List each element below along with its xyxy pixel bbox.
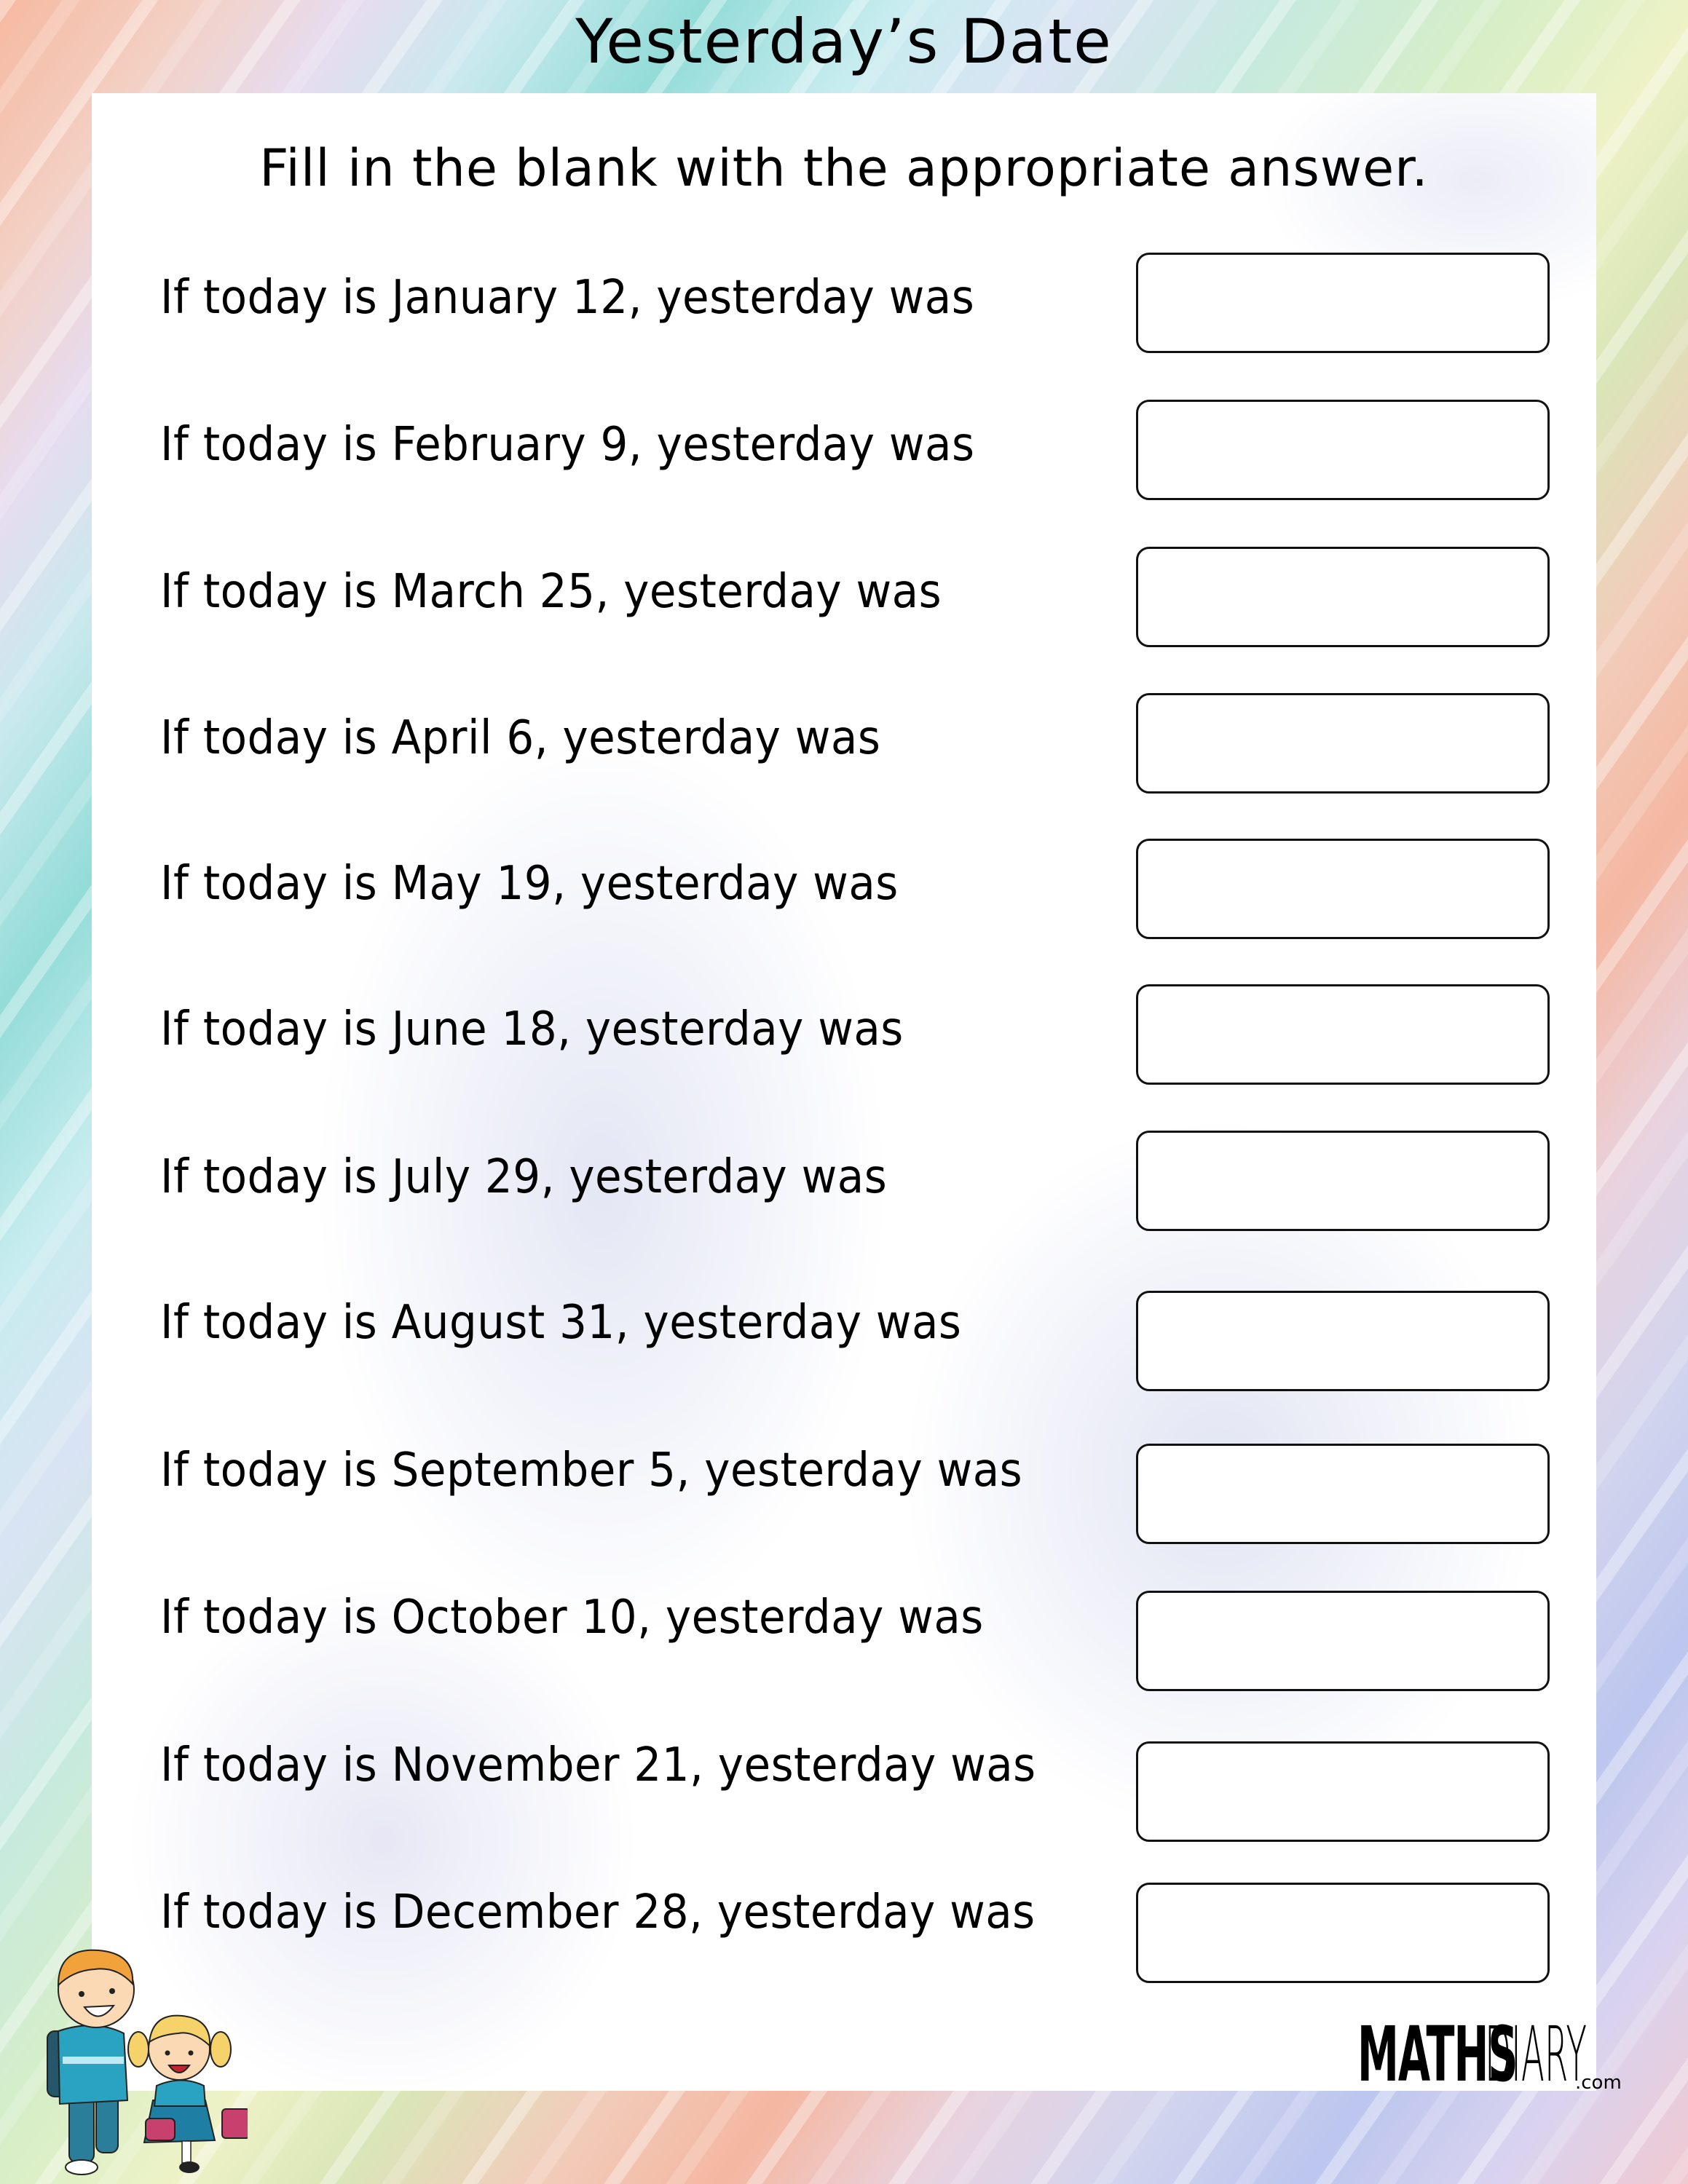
answer-box[interactable] (1136, 1291, 1550, 1391)
instructions: Fill in the blank with the appropriate a… (259, 138, 1429, 198)
answer-box[interactable] (1136, 1131, 1550, 1231)
boy-figure (47, 1949, 135, 2175)
answer-box[interactable] (1136, 400, 1550, 500)
answer-box[interactable] (1136, 547, 1550, 647)
question-prompt: If today is April 6, yesterday was (160, 711, 881, 765)
question-prompt: If today is September 5, yesterday was (160, 1444, 1023, 1497)
answer-box[interactable] (1136, 1741, 1550, 1842)
question-prompt: If today is February 9, yesterday was (160, 418, 975, 472)
question-prompt: If today is January 12, yesterday was (160, 271, 975, 325)
kids-illustration (47, 1949, 248, 2175)
question-prompt: If today is March 25, yesterday was (160, 565, 942, 619)
worksheet-title: Yesterday’s Date (575, 6, 1113, 77)
question-prompt: If today is August 31, yesterday was (160, 1296, 962, 1350)
girl-figure (127, 2014, 248, 2173)
question-prompt: If today is November 21, yesterday was (160, 1738, 1036, 1792)
answer-box[interactable] (1136, 693, 1550, 794)
answer-box[interactable] (1136, 1591, 1550, 1691)
question-prompt: If today is June 18, yesterday was (160, 1002, 904, 1056)
logo-diary: DIARY (1485, 2010, 1587, 2099)
answer-box[interactable] (1136, 1883, 1550, 1983)
question-prompt: If today is July 29, yesterday was (160, 1150, 888, 1204)
question-prompt: If today is October 10, yesterday was (160, 1591, 984, 1645)
logo-maths: MATHS (1357, 2010, 1518, 2099)
answer-box[interactable] (1136, 839, 1550, 939)
answer-box[interactable] (1136, 1444, 1550, 1544)
answer-box[interactable] (1136, 984, 1550, 1085)
mathsdiary-logo: MATHS DIARY .com (1357, 2017, 1622, 2092)
answer-box[interactable] (1136, 253, 1550, 353)
question-prompt: If today is May 19, yesterday was (160, 857, 899, 911)
question-prompt: If today is December 28, yesterday was (160, 1886, 1036, 1939)
